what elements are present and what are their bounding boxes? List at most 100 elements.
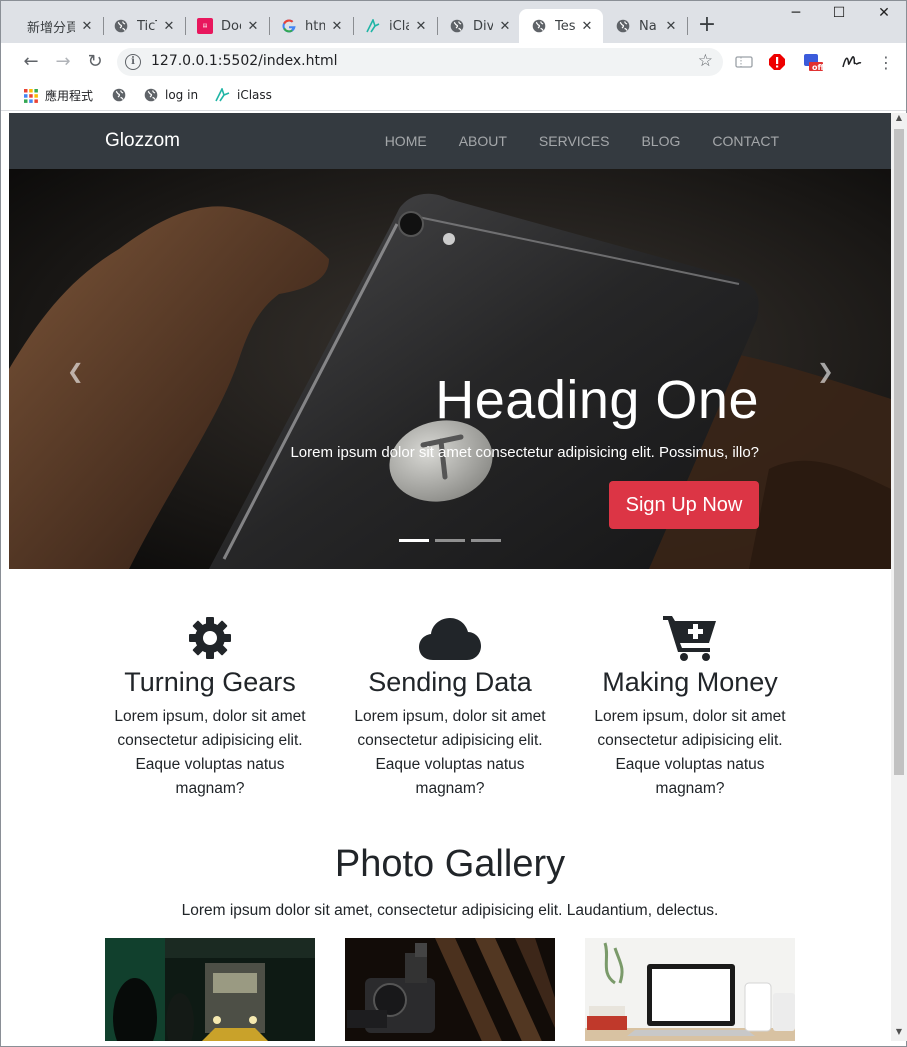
iclass-icon xyxy=(365,18,381,34)
close-icon[interactable]: ✕ xyxy=(663,19,679,34)
iclass-icon xyxy=(215,87,231,103)
feature-title: Sending Data xyxy=(368,667,532,697)
bookmark-log-in[interactable]: log in xyxy=(143,87,198,103)
gallery-subtitle: Lorem ipsum dolor sit amet, consectetur … xyxy=(181,902,719,919)
gear-icon xyxy=(105,609,315,661)
carousel-indicator-1[interactable] xyxy=(399,539,429,542)
tab-title: iCla xyxy=(389,18,409,34)
bookmark-globe[interactable] xyxy=(111,87,133,103)
bookmark-iclass[interactable]: iClass xyxy=(215,87,272,103)
tab-active-test[interactable]: Tes ✕ xyxy=(519,9,603,43)
tab-title: TicT xyxy=(137,18,157,34)
reload-button[interactable]: ↻ xyxy=(83,51,107,75)
globe-icon xyxy=(449,18,465,34)
nav-link-home[interactable]: HOME xyxy=(385,133,427,149)
tab-title: Doc xyxy=(221,18,241,34)
scroll-up-icon[interactable]: ▲ xyxy=(891,113,907,127)
bookmark-apps[interactable]: 應用程式 xyxy=(23,87,93,104)
scrollbar-thumb[interactable] xyxy=(894,129,904,775)
site-navbar: Glozzom HOME ABOUT SERVICES BLOG CONTACT xyxy=(9,113,891,169)
extension-off-icon[interactable]: off xyxy=(800,52,826,72)
signature-extension-icon[interactable] xyxy=(841,52,863,72)
tab-title: 新增分頁 xyxy=(27,20,75,36)
bookmark-label: log in xyxy=(165,88,199,102)
close-window-button[interactable]: ✕ xyxy=(861,5,907,27)
feature-text: Lorem ipsum, dolor sit amet consectetur … xyxy=(114,708,306,797)
gallery-photo-subway[interactable] xyxy=(105,938,315,1041)
bookmark-label: 應用程式 xyxy=(45,89,94,103)
close-icon[interactable]: ✕ xyxy=(161,19,177,34)
cart-plus-icon xyxy=(585,609,795,661)
close-icon[interactable]: ✕ xyxy=(245,19,261,34)
globe-icon xyxy=(615,18,631,34)
gallery-title: Photo Gallery xyxy=(334,843,566,885)
bookmark-label: iClass xyxy=(237,88,272,102)
ticket-extension-icon[interactable] xyxy=(733,52,755,72)
nav-link-about[interactable]: ABOUT xyxy=(459,133,507,149)
tab-title: htm xyxy=(305,18,325,34)
maximize-button[interactable]: ☐ xyxy=(816,5,862,27)
url-text[interactable]: 127.0.0.1:5502/index.html xyxy=(151,53,338,69)
cloud-icon xyxy=(345,609,555,661)
docs-icon: ▤ xyxy=(197,18,213,34)
carousel-indicator-2[interactable] xyxy=(435,539,465,542)
tab-doc[interactable]: ▤ Doc ✕ xyxy=(185,9,269,43)
close-icon[interactable]: ✕ xyxy=(497,19,513,34)
feature-card: Turning Gears Lorem ipsum, dolor sit ame… xyxy=(105,609,315,801)
tab-title: Tes xyxy=(555,18,575,34)
tab-nav[interactable]: Na ✕ xyxy=(603,9,687,43)
close-icon[interactable]: ✕ xyxy=(79,19,95,34)
google-icon xyxy=(281,18,297,34)
nav-link-blog[interactable]: BLOG xyxy=(641,133,680,149)
bookmark-star-icon[interactable]: ☆ xyxy=(698,51,713,71)
feature-text: Lorem ipsum, dolor sit amet consectetur … xyxy=(354,708,546,797)
page-scrollbar[interactable]: ▲ ▼ xyxy=(891,113,907,1041)
feature-card: Making Money Lorem ipsum, dolor sit amet… xyxy=(585,609,795,801)
page-viewport: Glozzom HOME ABOUT SERVICES BLOG CONTACT xyxy=(9,113,891,1041)
address-bar[interactable]: i 127.0.0.1:5502/index.html ☆ xyxy=(117,48,723,76)
carousel-indicator-3[interactable] xyxy=(471,539,501,542)
carousel-next-icon[interactable]: ❯ xyxy=(817,359,837,383)
feature-title: Turning Gears xyxy=(124,667,296,697)
tab-new-tab[interactable]: 新增分頁 ✕ xyxy=(15,9,103,43)
bookmarks-bar: 應用程式 log in iClass xyxy=(1,81,906,111)
gallery-photo-camera[interactable] xyxy=(345,938,555,1041)
close-icon[interactable]: ✕ xyxy=(413,19,429,34)
carousel-indicators xyxy=(399,539,501,542)
gallery-photo-laptop[interactable] xyxy=(585,938,795,1041)
minimize-button[interactable]: ─ xyxy=(773,5,819,27)
tab-div[interactable]: Div ✕ xyxy=(437,9,521,43)
close-icon[interactable]: ✕ xyxy=(579,19,595,34)
tab-title: Na xyxy=(639,18,657,34)
new-tab-button[interactable]: + xyxy=(695,14,719,38)
info-icon[interactable]: i xyxy=(125,54,141,70)
nav-link-services[interactable]: SERVICES xyxy=(539,133,610,149)
globe-icon xyxy=(143,87,159,103)
browser-window: 新增分頁 ✕ TicT ✕ ▤ Doc ✕ htm ✕ iCla ✕ xyxy=(0,0,907,1047)
tab-tict[interactable]: TicT ✕ xyxy=(101,9,185,43)
back-button[interactable]: ← xyxy=(19,51,43,75)
feature-card: Sending Data Lorem ipsum, dolor sit amet… xyxy=(345,609,555,801)
globe-icon xyxy=(531,18,547,34)
hero-text: Lorem ipsum dolor sit amet consectetur a… xyxy=(290,444,759,461)
browser-toolbar: ← → ↻ i 127.0.0.1:5502/index.html ☆ off … xyxy=(1,43,906,81)
feature-title: Making Money xyxy=(602,667,778,697)
menu-kebab-icon[interactable]: ⋮ xyxy=(875,52,897,72)
tab-title: Div xyxy=(473,18,493,34)
tab-iclass[interactable]: iCla ✕ xyxy=(353,9,437,43)
sign-up-button[interactable]: Sign Up Now xyxy=(609,481,759,529)
scroll-down-icon[interactable]: ▼ xyxy=(891,1027,907,1041)
site-brand[interactable]: Glozzom xyxy=(105,130,180,152)
nav-link-contact[interactable]: CONTACT xyxy=(712,133,779,149)
tab-strip: 新增分頁 ✕ TicT ✕ ▤ Doc ✕ htm ✕ iCla ✕ xyxy=(1,1,906,43)
feature-text: Lorem ipsum, dolor sit amet consectetur … xyxy=(594,708,786,797)
tab-htm[interactable]: htm ✕ xyxy=(269,9,353,43)
adblock-extension-icon[interactable] xyxy=(766,52,788,72)
globe-icon xyxy=(111,87,127,103)
apps-grid-icon xyxy=(23,88,39,104)
forward-button[interactable]: → xyxy=(51,51,75,75)
hero-carousel: ❮ ❯ Heading One Lorem ipsum dolor sit am… xyxy=(9,169,891,569)
carousel-prev-icon[interactable]: ❮ xyxy=(67,359,87,383)
close-icon[interactable]: ✕ xyxy=(329,19,345,34)
globe-icon xyxy=(113,18,129,34)
